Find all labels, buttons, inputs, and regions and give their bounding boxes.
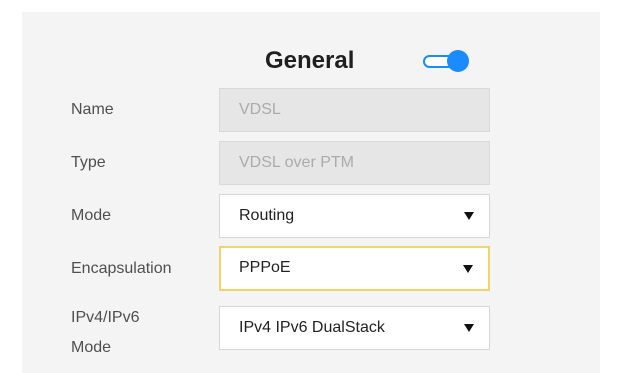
mode-label: Mode <box>71 207 112 224</box>
section-header: General <box>22 46 600 86</box>
ip-mode-label-line2: Mode <box>71 339 112 356</box>
name-label: Name <box>71 101 114 118</box>
ip-mode-label: IPv4/IPv6 Mode <box>71 306 139 360</box>
general-settings-panel: General Name VDSL Type VDSL over PTM Mod… <box>22 12 600 373</box>
chevron-down-icon <box>464 324 474 332</box>
encapsulation-select-value: PPPoE <box>239 259 291 276</box>
type-label: Type <box>71 154 106 171</box>
ip-mode-label-line1: IPv4/IPv6 <box>71 309 140 326</box>
general-enable-toggle[interactable] <box>423 50 469 72</box>
toggle-knob <box>447 50 469 72</box>
name-field: VDSL <box>219 88 490 132</box>
ip-mode-select[interactable]: IPv4 IPv6 DualStack <box>219 306 490 350</box>
encapsulation-select[interactable]: PPPoE <box>219 246 490 291</box>
type-field: VDSL over PTM <box>219 141 490 185</box>
section-title: General <box>265 47 355 74</box>
encapsulation-label: Encapsulation <box>71 260 172 277</box>
chevron-down-icon <box>464 212 474 220</box>
chevron-down-icon <box>463 264 473 273</box>
mode-select[interactable]: Routing <box>219 194 490 238</box>
mode-select-value: Routing <box>239 207 295 224</box>
ip-mode-select-value: IPv4 IPv6 DualStack <box>239 319 385 336</box>
